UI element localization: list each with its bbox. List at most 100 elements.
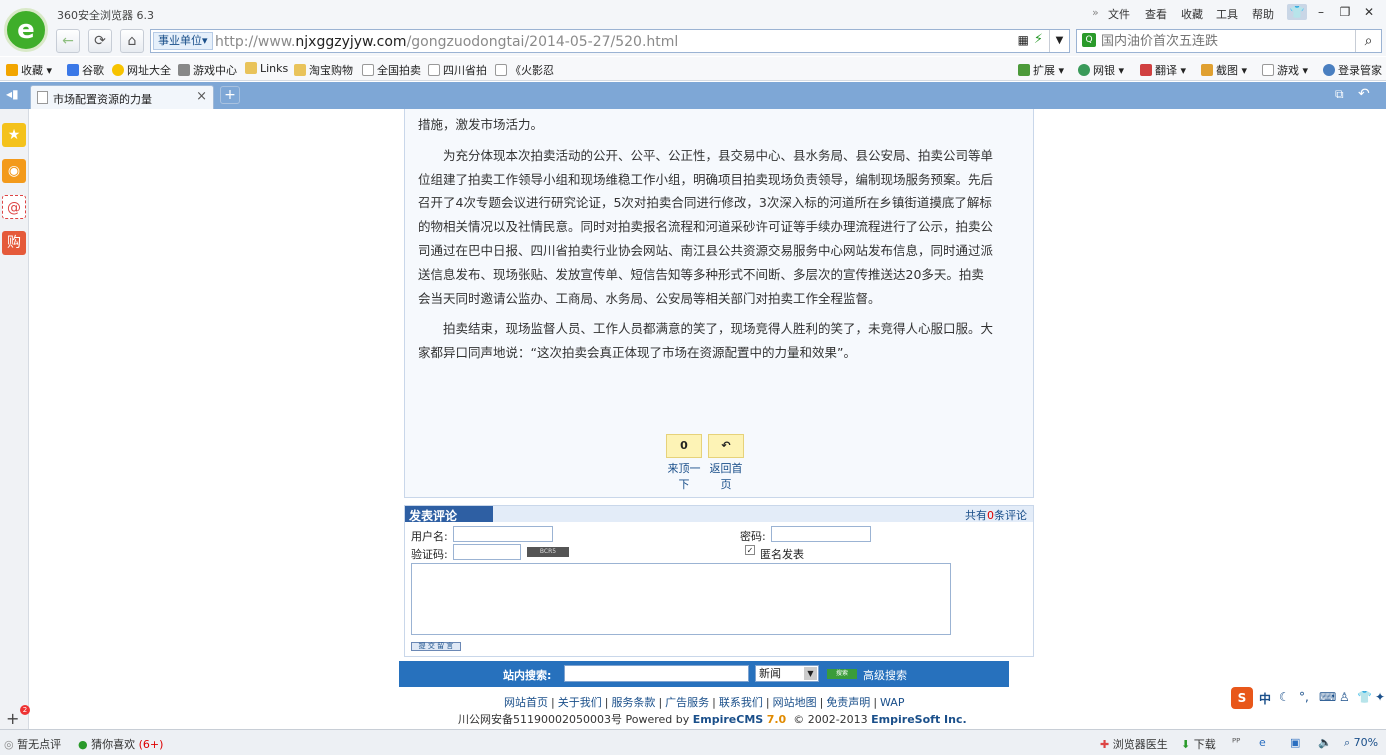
comment-textarea[interactable] [411,563,951,635]
site-search-button[interactable]: 搜索 [827,669,857,679]
page-icon [362,64,374,76]
username-input[interactable] [453,526,553,542]
app-title: 360安全浏览器 6.3 [57,9,154,22]
toolbar-translate[interactable]: 翻译 ▾ [1140,62,1186,78]
close-button[interactable]: ✕ [1359,4,1379,20]
search-engine-icon[interactable]: Q [1082,33,1096,47]
search-box[interactable]: Q ⌕ [1076,29,1382,53]
toolbar-game[interactable]: 游戏 ▾ [1262,62,1308,78]
vote-up-button[interactable]: 0 来顶一下 [666,434,702,492]
browser-doctor-button[interactable]: ✚ 浏览器医生 [1100,736,1168,752]
chevrons-icon[interactable]: » [1092,6,1099,19]
review-status[interactable]: ◎ 暂无点评 [4,736,61,752]
address-bar[interactable]: 事业单位▾ http://www.njxggzyjyw.com/gongzuod… [150,29,1070,53]
menu-view[interactable]: 查看 [1145,6,1167,22]
bookmark-naruto[interactable]: 《火影忍 [495,62,554,78]
bookmark-games[interactable]: 游戏中心 [178,62,237,78]
tool-icon[interactable]: ✦ [1375,690,1385,704]
toolbar-screenshot[interactable]: 截图 ▾ [1201,62,1247,78]
login-icon [1323,64,1335,76]
minimize-button[interactable]: – [1311,4,1331,20]
refresh-button[interactable]: ⟳ [88,29,112,53]
footer-link-home[interactable]: 网站首页 [504,696,548,709]
page-icon [495,64,507,76]
tab-list-icon[interactable]: ⧉ [1335,87,1344,102]
bookmark-auction[interactable]: 全国拍卖 [362,62,421,78]
captcha-image: BCR5 [527,547,569,557]
bookmark-favorites[interactable]: 收藏 ▾ [6,62,52,78]
footer-link-disclaimer[interactable]: 免责声明 [826,696,870,709]
download-button[interactable]: ⬇ 下载 [1181,736,1216,752]
translate-icon [1140,64,1152,76]
captcha-input[interactable] [453,544,521,560]
skin-icon[interactable]: 👕 [1287,4,1307,20]
footer-link-sitemap[interactable]: 网站地图 [773,696,817,709]
email-icon[interactable]: @ [2,195,26,219]
site-search-select[interactable]: 新闻 [755,665,819,682]
volume-icon[interactable]: 🔈 [1318,736,1332,749]
home-button[interactable]: ⌂ [120,29,144,53]
footer-link-wap[interactable]: WAP [880,696,904,709]
search-icon[interactable]: ⌕ [1355,30,1381,52]
advanced-search-link[interactable]: 高级搜索 [863,667,907,683]
menu-favorites[interactable]: 收藏 [1181,6,1203,22]
toolbar-login[interactable]: 登录管家 [1323,62,1382,78]
tab-close-icon[interactable]: × [196,89,207,104]
restore-button[interactable]: ❐ [1335,4,1355,20]
password-input[interactable] [771,526,871,542]
undo-close-icon[interactable]: ↶ [1358,86,1370,102]
site-search-input[interactable] [564,665,749,682]
toolbar-extension[interactable]: 扩展 ▾ [1018,62,1064,78]
add-sidebar-icon[interactable]: + [6,709,19,728]
punctuation-icon[interactable]: °, [1299,690,1309,704]
skin-shirt-icon[interactable]: 👕 [1357,690,1372,704]
comment-title: 发表评论 [409,509,458,523]
submit-comment-button[interactable]: 提 交 留 言 [411,642,461,651]
comment-count[interactable]: 共有0条评论 [965,507,1027,523]
window-icon[interactable]: ▣ [1290,736,1300,749]
browser-logo-icon[interactable]: e [4,8,48,52]
toolbar-bank[interactable]: 网银 ▾ [1078,62,1124,78]
anonymous-checkbox[interactable]: ✓ [745,545,755,555]
footer-link-contact[interactable]: 联系我们 [719,696,763,709]
sogou-ime-icon[interactable]: S [1231,687,1253,709]
zoom-level[interactable]: ⌕ 70% [1344,736,1378,750]
address-row: ← ⟳ ⌂ 事业单位▾ http://www.njxggzyjyw.com/go… [0,26,1386,56]
bookmark-sichuan[interactable]: 四川省拍 [428,62,487,78]
address-dropdown-icon[interactable]: ▼ [1049,30,1069,52]
footer-link-about[interactable]: 关于我们 [558,696,602,709]
keyboard-icon[interactable]: ⌨ [1319,690,1336,704]
speed-icon[interactable]: ⚡ [1034,32,1043,47]
weibo-icon[interactable]: ◉ [2,159,26,183]
address-url[interactable]: http://www.njxggzyjyw.com/gongzuodongtai… [215,34,678,50]
moon-icon[interactable]: ☾ [1279,690,1290,704]
address-badge[interactable]: 事业单位▾ [153,32,213,50]
captcha-label: 验证码: [411,548,448,561]
footer-link-terms[interactable]: 服务条款 [611,696,655,709]
favorites-star-icon[interactable]: ★ [2,123,26,147]
bookmark-google[interactable]: 谷歌 [67,62,104,78]
search-input[interactable] [1101,32,1351,50]
bookmark-hao[interactable]: 网址大全 [112,62,171,78]
menu-file[interactable]: 文件 [1108,6,1130,22]
user-icon[interactable]: ♙ [1339,690,1350,704]
ie-icon[interactable]: e [1259,736,1266,749]
back-home-label: 返回首页 [709,462,743,491]
menu-tools[interactable]: 工具 [1216,6,1238,22]
back-home-button[interactable]: ↶ 返回首页 [708,434,744,492]
bookmark-taobao[interactable]: 淘宝购物 [294,62,353,78]
ime-mode-label[interactable]: 中 [1259,690,1271,707]
qrcode-icon[interactable]: ▦ [1018,33,1029,47]
guess-like-link[interactable]: ● 猜你喜欢 (6+) [78,736,163,752]
new-tab-button[interactable]: + [220,86,240,104]
sidebar-toggle-icon[interactable]: ◂▮ [6,87,19,101]
tab-active[interactable]: 市场配置资源的力量 × [30,85,214,109]
globe-icon [112,64,124,76]
back-button[interactable]: ← [56,29,80,53]
menu-help[interactable]: 帮助 [1252,6,1274,22]
ime-toolbar[interactable]: S 中 ☾ °, ⌨ ♙ 👕 ✦ [1231,687,1386,709]
p2p-icon[interactable]: ᴾᴾ [1232,736,1240,749]
bookmark-links[interactable]: Links [245,62,288,75]
shopping-icon[interactable]: 购 [2,231,26,255]
footer-link-ads[interactable]: 广告服务 [665,696,709,709]
